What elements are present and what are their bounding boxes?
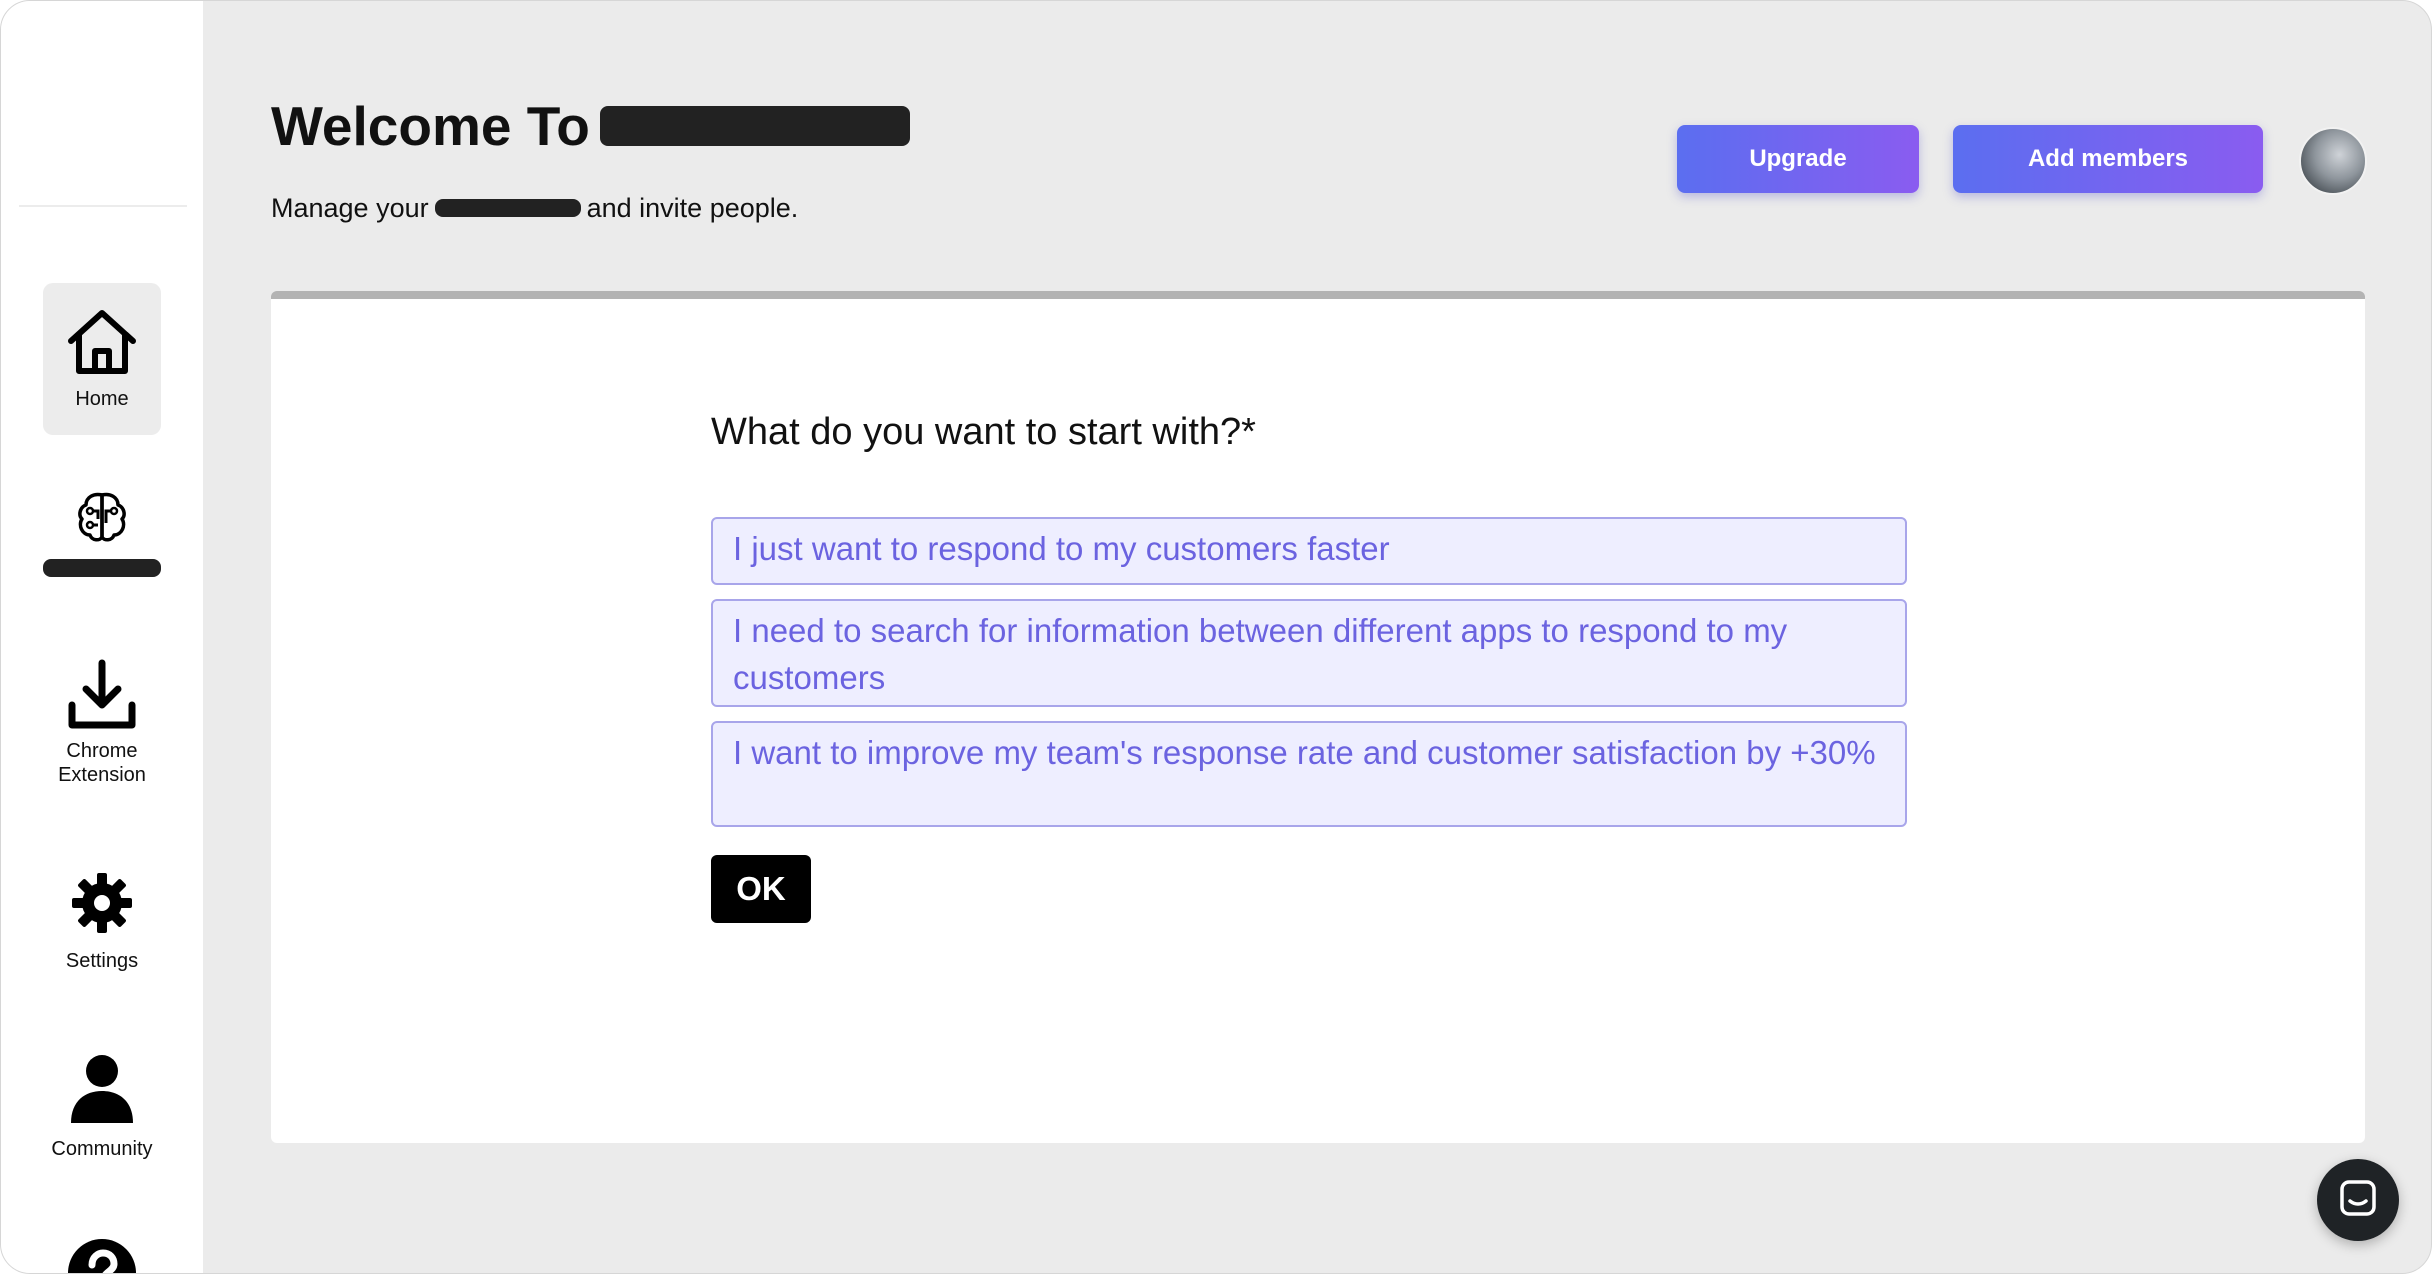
help-icon bbox=[68, 1239, 136, 1273]
sidebar-item-help[interactable] bbox=[43, 1239, 161, 1273]
page-subtitle: Manage your and invite people. bbox=[271, 191, 798, 225]
sidebar-item-label: Settings bbox=[65, 950, 139, 972]
sidebar-item-label: Chrome Extension bbox=[58, 740, 146, 786]
app-window: Home Chrome Extension Settings Community… bbox=[0, 0, 2432, 1274]
person-icon bbox=[69, 1053, 135, 1123]
sidebar-item-brain[interactable] bbox=[43, 489, 161, 589]
sidebar-divider bbox=[19, 205, 187, 207]
home-icon bbox=[65, 307, 139, 377]
sidebar: Home Chrome Extension Settings Community bbox=[1, 1, 203, 1273]
download-icon bbox=[66, 659, 138, 731]
redacted-product-name bbox=[599, 106, 910, 146]
sidebar-item-home[interactable]: Home bbox=[43, 283, 161, 435]
chat-launcher-button[interactable] bbox=[2317, 1159, 2399, 1241]
option-search-information[interactable]: I need to search for information between… bbox=[711, 599, 1907, 707]
sidebar-item-label: Community bbox=[51, 1138, 153, 1160]
page-title-text: Welcome To bbox=[271, 95, 590, 157]
question-heading: What do you want to start with?* bbox=[711, 411, 1256, 453]
ok-button[interactable]: OK bbox=[711, 855, 811, 923]
redacted-workspace-name bbox=[434, 199, 581, 217]
option-respond-faster[interactable]: I just want to respond to my customers f… bbox=[711, 517, 1907, 585]
sidebar-item-label: Home bbox=[75, 388, 129, 410]
subtitle-suffix: and invite people. bbox=[586, 193, 799, 223]
option-improve-response-rate[interactable]: I want to improve my team's response rat… bbox=[711, 721, 1907, 827]
add-members-button[interactable]: Add members bbox=[1953, 125, 2263, 193]
onboarding-card: What do you want to start with?* I just … bbox=[271, 291, 2365, 1143]
sidebar-item-settings[interactable]: Settings bbox=[43, 871, 161, 981]
gear-icon bbox=[70, 871, 134, 935]
redacted-label bbox=[43, 559, 161, 577]
upgrade-button[interactable]: Upgrade bbox=[1677, 125, 1919, 193]
brain-icon bbox=[74, 489, 130, 545]
sidebar-item-community[interactable]: Community bbox=[43, 1053, 161, 1163]
page-title: Welcome To bbox=[271, 93, 910, 159]
avatar[interactable] bbox=[2299, 127, 2367, 195]
sidebar-item-chrome-extension[interactable]: Chrome Extension bbox=[43, 659, 161, 799]
chat-icon bbox=[2339, 1179, 2377, 1222]
subtitle-prefix: Manage your bbox=[271, 193, 429, 223]
